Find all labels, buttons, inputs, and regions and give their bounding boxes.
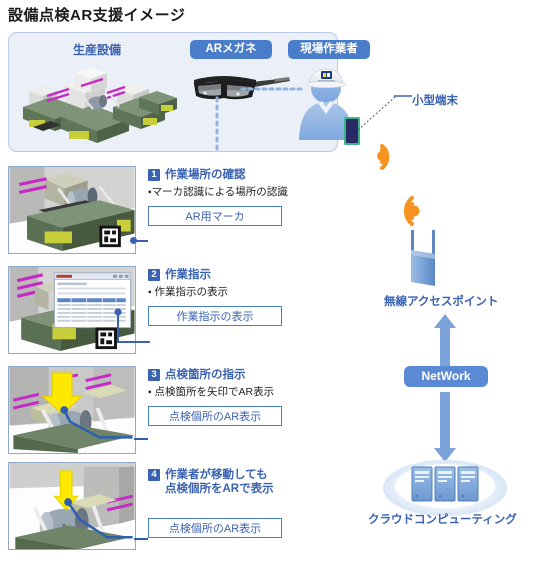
step-4-thumbnail [8,462,136,550]
step-3-bullet: ・ 点検箇所を矢印でAR表示 [148,386,275,398]
pill-field-worker[interactable]: 現場作業者 [288,40,370,59]
step-3-heading: 3 点検箇所の指示 [148,368,328,382]
step-2-bullet: ・ 作業指示の表示 [148,286,228,298]
step-1-bullet: ・マーカ認識による場所の認識 [148,186,288,198]
step-4-number: 4 [148,469,160,481]
production-equipment-icon [23,67,177,143]
step-2-heading-text: 作業指示 [165,269,211,281]
wifi-signal-ap-icon [404,196,420,226]
step-3-callout[interactable]: 点検個所のAR表示 [148,406,282,426]
diagram-root: 設備点検AR支援イメージ 生産設備 ARメガネ 現場作業者 小型端末 無線アクセ… [0,0,545,569]
label-wireless-access-point: 無線アクセスポイント [384,296,499,308]
step-2-heading: 2 作業指示 [148,268,328,282]
step-2-callout[interactable]: 作業指示の表示 [148,306,282,326]
wireless-access-point-icon [411,230,435,286]
step-3-heading-text: 点検箇所の指示 [165,369,246,381]
step-1-heading: 1 作業場所の確認 [148,168,328,182]
pill-network[interactable]: NetWork [404,366,488,387]
step-4-callout[interactable]: 点検個所のAR表示 [148,518,282,538]
connector-glasses-down [215,96,219,156]
step-4-body: 4 作業者が移動しても 点検個所をARで表示 点検個所のAR表示 [148,468,328,538]
thumb-1-art [9,167,135,253]
step-3-body: 3 点検箇所の指示 ・ 点検箇所を矢印でAR表示 点検個所のAR表示 [148,368,328,426]
step-1-thumbnail [8,166,136,254]
step-2-body: 2 作業指示 ・ 作業指示の表示 作業指示の表示 [148,268,328,326]
step-1-heading-text: 作業場所の確認 [165,169,246,181]
step-2-leader [114,308,150,343]
step-4-heading: 4 作業者が移動しても 点検個所をARで表示 [148,468,328,496]
page-title: 設備点検AR支援イメージ [8,7,186,24]
pill-ar-glasses[interactable]: ARメガネ [190,40,272,59]
step-1-callout[interactable]: AR用マーカ [148,206,282,226]
step-3-thumbnail [8,366,136,454]
step-4-heading-line2: 点検個所をARで表示 [165,483,274,495]
network-arrows [434,314,456,462]
thumb-4-art [9,463,135,549]
step-1-body: 1 作業場所の確認 ・マーカ認識による場所の認識 AR用マーカ [148,168,328,226]
step-3-number: 3 [148,369,160,381]
step-1-number: 1 [148,169,160,181]
wifi-signal-terminal-icon [377,144,390,170]
equipment-panel-label: 生産設備 [72,43,121,57]
step-4-heading-text: 作業者が移動しても [165,469,268,481]
step-1-leader-dot [130,237,137,244]
step-3-leader-line [134,438,148,440]
step-2-number: 2 [148,269,160,281]
connector-terminal-label [357,95,412,131]
thumb-3-art [9,367,135,453]
step-4-leader-line [134,538,148,540]
label-small-terminal: 小型端末 [412,95,458,107]
label-cloud-computing: クラウドコンピューティング [368,514,517,526]
